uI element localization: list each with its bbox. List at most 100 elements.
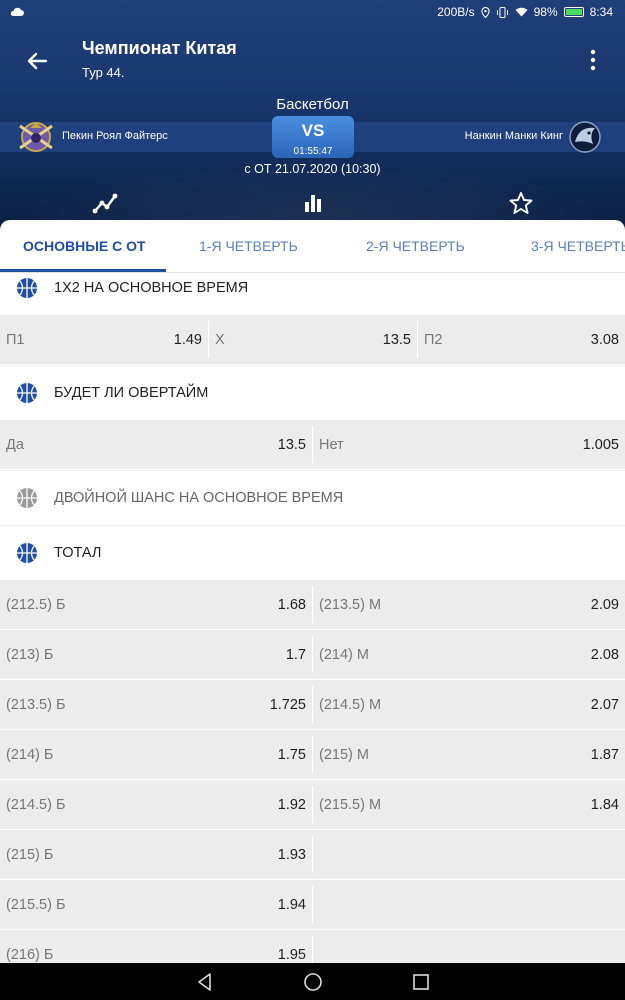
odds-cell-yes[interactable]: Да 13.5 xyxy=(0,420,312,469)
total-row: (214.5) Б 1.92 (215.5) М 1.84 xyxy=(0,780,625,830)
odds-label: (212.5) Б xyxy=(6,597,66,613)
odds-cell-over[interactable]: (216) Б 1.95 xyxy=(0,930,312,963)
total-row: (216) Б 1.95 xyxy=(0,930,625,963)
battery-fill xyxy=(565,9,582,15)
odds-value: 1.84 xyxy=(590,797,619,813)
odds-cell-over[interactable]: (214) Б 1.75 xyxy=(0,730,312,779)
match-timer: 01:55:47 xyxy=(293,146,333,157)
total-row: (213.5) Б 1.725 (214.5) М 2.07 xyxy=(0,680,625,730)
market-title: 1X2 НА ОСНОВНОЕ ВРЕМЯ xyxy=(54,280,249,296)
odds-cell-under[interactable]: (214) М 2.08 xyxy=(313,630,625,679)
market-header-1x2[interactable]: 1X2 НА ОСНОВНОЕ ВРЕМЯ xyxy=(0,273,625,315)
odds-cell-under[interactable]: (213.5) М 2.09 xyxy=(313,580,625,629)
odds-cell-under[interactable] xyxy=(313,880,625,929)
odds-cell-under[interactable]: (215.5) М 1.84 xyxy=(313,780,625,829)
odds-cell-p1[interactable]: П1 1.49 xyxy=(0,315,208,364)
back-arrow-icon[interactable] xyxy=(22,46,52,76)
odds-cell-over[interactable]: (212.5) Б 1.68 xyxy=(0,580,312,629)
more-vertical-icon[interactable] xyxy=(585,48,601,72)
total-row: (215.5) Б 1.94 xyxy=(0,880,625,930)
vibrate-icon xyxy=(496,6,508,18)
odds-label: Нет xyxy=(319,437,344,453)
market-title: ТОТАЛ xyxy=(54,545,102,561)
odds-value: 3.08 xyxy=(590,332,619,348)
market-title: ДВОЙНОЙ ШАНС НА ОСНОВНОЕ ВРЕМЯ xyxy=(54,490,344,506)
market-header-double-chance[interactable]: ДВОЙНОЙ ШАНС НА ОСНОВНОЕ ВРЕМЯ xyxy=(0,471,625,525)
odds-label: (214.5) Б xyxy=(6,797,66,813)
odds-cell-over[interactable]: (215.5) Б 1.94 xyxy=(0,880,312,929)
nav-back-icon[interactable] xyxy=(194,971,216,993)
vs-label: VS xyxy=(301,121,325,140)
basketball-icon xyxy=(17,488,37,508)
home-team-logo xyxy=(19,122,53,152)
odds-label: (215.5) М xyxy=(319,797,382,813)
odds-value: 1.005 xyxy=(582,437,619,453)
odds-label: (214.5) М xyxy=(319,697,382,713)
basketball-icon xyxy=(17,383,37,403)
home-team-name: Пекин Роял Файтерс xyxy=(62,130,168,142)
odds-label: (213.5) М xyxy=(319,597,382,613)
tab-quarter-2[interactable]: 2-Я ЧЕТВЕРТЬ xyxy=(366,220,465,272)
odds-cell-under[interactable]: (215) М 1.87 xyxy=(313,730,625,779)
odds-value: 1.93 xyxy=(277,847,306,863)
nav-recents-icon[interactable] xyxy=(410,971,432,993)
market-header-total[interactable]: ТОТАЛ xyxy=(0,526,625,580)
odds-value: 1.94 xyxy=(277,897,306,913)
odds-label: Х xyxy=(215,332,225,348)
odds-value: 2.07 xyxy=(590,697,619,713)
star-icon[interactable] xyxy=(507,190,535,216)
odds-label: (215.5) Б xyxy=(6,897,66,913)
odds-value: 1.95 xyxy=(277,947,306,963)
wifi-icon xyxy=(515,7,528,17)
odds-label: (214) Б xyxy=(6,747,54,763)
odds-label: П2 xyxy=(424,332,443,348)
tab-main-ot[interactable]: ОСНОВНЫЕ С ОТ xyxy=(23,220,146,272)
odds-label: (213) Б xyxy=(6,647,54,663)
page-subtitle: Тур 44. xyxy=(82,65,125,80)
away-team-name: Нанкин Манки Кинг xyxy=(464,130,563,142)
odds-cell-no[interactable]: Нет 1.005 xyxy=(313,420,625,469)
odds-cell-under[interactable] xyxy=(313,830,625,879)
tab-quarter-3[interactable]: 3-Я ЧЕТВЕРТЬ xyxy=(531,220,625,272)
odds-value: 13.5 xyxy=(382,332,411,348)
line-chart-icon[interactable] xyxy=(91,190,119,216)
odds-cell-over[interactable]: (213.5) Б 1.725 xyxy=(0,680,312,729)
odds-cell-over[interactable]: (213) Б 1.7 xyxy=(0,630,312,679)
battery-percent: 98% xyxy=(533,5,558,19)
odds-cell-under[interactable]: (214.5) М 2.07 xyxy=(313,680,625,729)
odds-cell-p2[interactable]: П2 3.08 xyxy=(418,315,625,364)
odds-value: 2.08 xyxy=(590,647,619,663)
odds-value: 1.92 xyxy=(277,797,306,813)
match-date: с ОТ 21.07.2020 (10:30) xyxy=(244,162,381,176)
bar-chart-icon[interactable] xyxy=(299,190,327,216)
total-row: (212.5) Б 1.68 (213.5) М 2.09 xyxy=(0,580,625,630)
odds-row: Да 13.5 Нет 1.005 xyxy=(0,420,625,470)
location-icon xyxy=(480,6,490,18)
status-bar: 200B/s 98% 8:34 xyxy=(0,0,625,26)
odds-label: (214) М xyxy=(319,647,369,663)
odds-cell-under[interactable] xyxy=(313,930,625,963)
system-nav-bar xyxy=(0,963,625,1000)
odds-cell-over[interactable]: (214.5) Б 1.92 xyxy=(0,780,312,829)
odds-value: 1.75 xyxy=(277,747,306,763)
clock: 8:34 xyxy=(589,5,613,19)
away-team-logo xyxy=(569,121,601,153)
nav-home-icon[interactable] xyxy=(302,971,324,993)
odds-cell-over[interactable]: (215) Б 1.93 xyxy=(0,830,312,879)
odds-label: (215) М xyxy=(319,747,369,763)
network-speed: 200B/s xyxy=(437,5,475,19)
active-tab-indicator xyxy=(0,269,166,272)
odds-value: 1.87 xyxy=(590,747,619,763)
market-title: БУДЕТ ЛИ ОВЕРТАЙМ xyxy=(54,385,209,401)
total-row: (214) Б 1.75 (215) М 1.87 xyxy=(0,730,625,780)
odds-label: П1 xyxy=(6,332,25,348)
cloud-icon xyxy=(10,7,24,16)
odds-value: 1.49 xyxy=(173,332,202,348)
odds-cell-x[interactable]: Х 13.5 xyxy=(209,315,417,364)
top-app-bar: Чемпионат Китая Тур 44. xyxy=(0,34,625,84)
odds-label: (216) Б xyxy=(6,947,54,963)
sport-name: Баскетбол xyxy=(276,96,349,113)
market-header-overtime[interactable]: БУДЕТ ЛИ ОВЕРТАЙМ xyxy=(0,366,625,420)
tab-quarter-1[interactable]: 1-Я ЧЕТВЕРТЬ xyxy=(199,220,298,272)
status-indicators: 200B/s 98% 8:34 xyxy=(437,5,613,19)
